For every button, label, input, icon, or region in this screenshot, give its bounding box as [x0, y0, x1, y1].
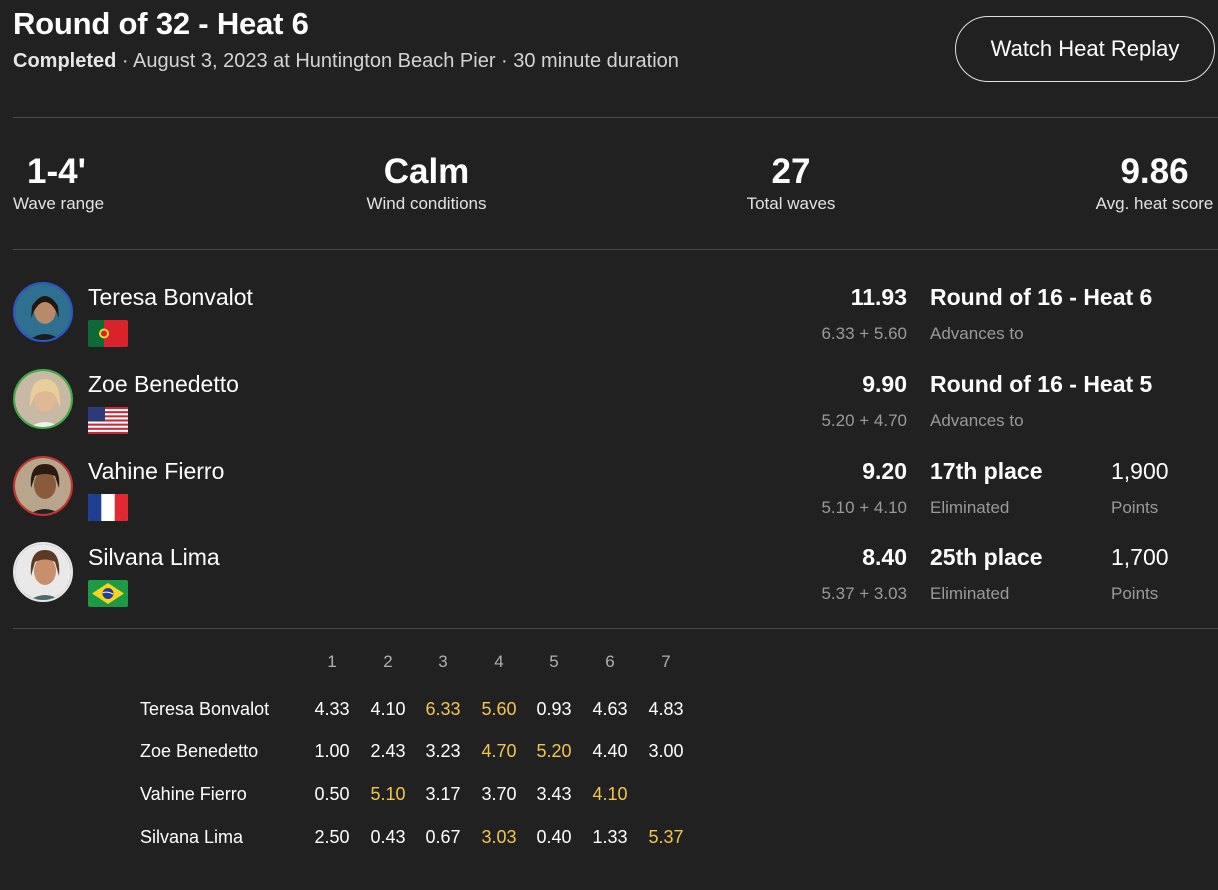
results-divider [13, 628, 1218, 629]
surfer-row[interactable]: Teresa Bonvalot 11.93 6.33 + 5.60 Round … [0, 282, 1218, 362]
surfer-name[interactable]: Vahine Fierro [88, 458, 224, 485]
portugal-flag-icon [88, 320, 128, 347]
wave-score-cell: 3.17 [425, 784, 461, 804]
surfer-name[interactable]: Teresa Bonvalot [88, 284, 253, 311]
points-value: 1,900 [1111, 458, 1169, 484]
wave-number-header: 1 [327, 652, 337, 671]
wave-scores-table: 1 2 3 4 5 6 7 Teresa Bonvalot 4.33 4.10 6.33 5.60 0.… [0, 640, 1218, 870]
surfer-row[interactable]: Silvana Lima 8.40 5.37 + 3.03 25th place… [0, 542, 1218, 622]
wave-score-cell: 0.67 [425, 827, 461, 847]
wave-score-cell: 1.00 [314, 741, 350, 761]
avatar[interactable] [13, 456, 73, 516]
heat-total-score: 8.40 [862, 544, 907, 570]
wave-number-header: 7 [661, 652, 671, 671]
points-label: Points [1111, 498, 1159, 517]
wave-score-cell: 5.37 [648, 827, 684, 847]
wave-score-cell: 3.43 [536, 784, 572, 804]
score-breakdown: 5.37 + 3.03 [821, 584, 907, 603]
surfer-row[interactable]: Zoe Benedetto 9.90 5.20 + 4.70 Round of … [0, 369, 1218, 449]
wave-number-header: 5 [549, 652, 559, 671]
wave-number-header: 4 [494, 652, 504, 671]
wave-score-cell: 4.10 [370, 699, 406, 719]
final-placement: 17th place [930, 458, 1043, 484]
avatar[interactable] [13, 369, 73, 429]
wave-score-cell: 3.70 [481, 784, 517, 804]
header-divider [13, 117, 1218, 118]
stat-label: Wind conditions [366, 194, 487, 213]
stat-value: 27 [771, 152, 811, 191]
wave-score-cell: 0.43 [370, 827, 406, 847]
stat-wind-conditions: Calm Wind conditions [361, 150, 492, 214]
wave-score-cell: 0.50 [314, 784, 350, 804]
stat-label: Wave range [13, 194, 105, 213]
stat-value: 1-4' [27, 152, 86, 191]
wave-score-cell: 5.10 [370, 784, 406, 804]
wave-number-header: 2 [383, 652, 393, 671]
stat-label: Total waves [746, 194, 836, 213]
wave-score-cell: 4.33 [314, 699, 350, 719]
wave-score-cell: 4.63 [592, 699, 628, 719]
avatar[interactable] [13, 542, 73, 602]
wave-score-cell: 2.43 [370, 741, 406, 761]
score-breakdown: 5.20 + 4.70 [821, 411, 907, 430]
result-label: Eliminated [930, 584, 1010, 603]
heat-meta: Completed · August 3, 2023 at Huntington… [13, 50, 679, 73]
heat-total-score: 9.20 [862, 458, 907, 484]
stat-value: 9.86 [1120, 152, 1189, 191]
surfer-row[interactable]: Vahine Fierro 9.20 5.10 + 4.10 17th plac… [0, 456, 1218, 536]
stat-wave-range: 1-4' Wave range [13, 150, 104, 214]
wave-number-header: 6 [605, 652, 615, 671]
surfer-name[interactable]: Zoe Benedetto [88, 371, 239, 398]
usa-flag-icon [88, 407, 128, 434]
wave-score-cell: 5.60 [481, 699, 517, 719]
stats-divider [13, 249, 1218, 250]
wave-score-cell: 1.33 [592, 827, 628, 847]
watch-heat-replay-button[interactable]: Watch Heat Replay [955, 16, 1215, 82]
stat-total-waves: 27 Total waves [742, 150, 840, 214]
surfer-name[interactable]: Silvana Lima [88, 544, 220, 571]
points-value: 1,700 [1111, 544, 1169, 570]
result-label: Advances to [930, 411, 1024, 430]
wave-score-cell: 3.23 [425, 741, 461, 761]
heat-page: Round of 32 - Heat 6 Completed · August … [0, 0, 1218, 890]
score-breakdown: 5.10 + 4.10 [821, 498, 907, 517]
wave-row-surfer-name: Silvana Lima [140, 827, 244, 847]
wave-score-cell: 0.93 [536, 699, 572, 719]
wave-score-cell: 0.40 [536, 827, 572, 847]
stat-value: Calm [383, 152, 470, 191]
heat-total-score: 9.90 [862, 371, 907, 397]
wave-score-cell: 4.40 [592, 741, 628, 761]
next-heat-link[interactable]: Round of 16 - Heat 5 [930, 371, 1152, 398]
result-label: Advances to [930, 324, 1024, 343]
wave-row-surfer-name: Zoe Benedetto [140, 741, 259, 761]
score-breakdown: 6.33 + 5.60 [821, 324, 907, 343]
points-label: Points [1111, 584, 1159, 603]
wave-score-cell: 3.00 [648, 741, 684, 761]
france-flag-icon [88, 494, 128, 521]
wave-number-header: 3 [438, 652, 448, 671]
wave-row-surfer-name: Vahine Fierro [140, 784, 247, 804]
wave-score-cell: 4.83 [648, 699, 684, 719]
wave-row-surfer-name: Teresa Bonvalot [140, 699, 270, 719]
wave-score-cell: 4.70 [481, 741, 517, 761]
result-label: Eliminated [930, 498, 1010, 517]
wave-score-cell: 6.33 [425, 699, 461, 719]
stat-label: Avg. heat score [1095, 194, 1214, 213]
heat-total-score: 11.93 [850, 284, 907, 310]
wave-score-cell: 3.03 [481, 827, 517, 847]
brazil-flag-icon [88, 580, 128, 607]
final-placement: 25th place [930, 544, 1043, 570]
wave-score-cell: 4.10 [592, 784, 628, 804]
heat-details: · August 3, 2023 at Huntington Beach Pie… [116, 50, 679, 72]
wave-score-cell: 2.50 [314, 827, 350, 847]
stat-avg-heat-score: 9.86 Avg. heat score [1091, 150, 1218, 214]
wave-score-cell: 5.20 [536, 741, 572, 761]
next-heat-link[interactable]: Round of 16 - Heat 6 [930, 284, 1152, 311]
avatar[interactable] [13, 282, 73, 342]
heat-title: Round of 32 - Heat 6 [13, 6, 309, 41]
heat-status: Completed [13, 50, 117, 72]
